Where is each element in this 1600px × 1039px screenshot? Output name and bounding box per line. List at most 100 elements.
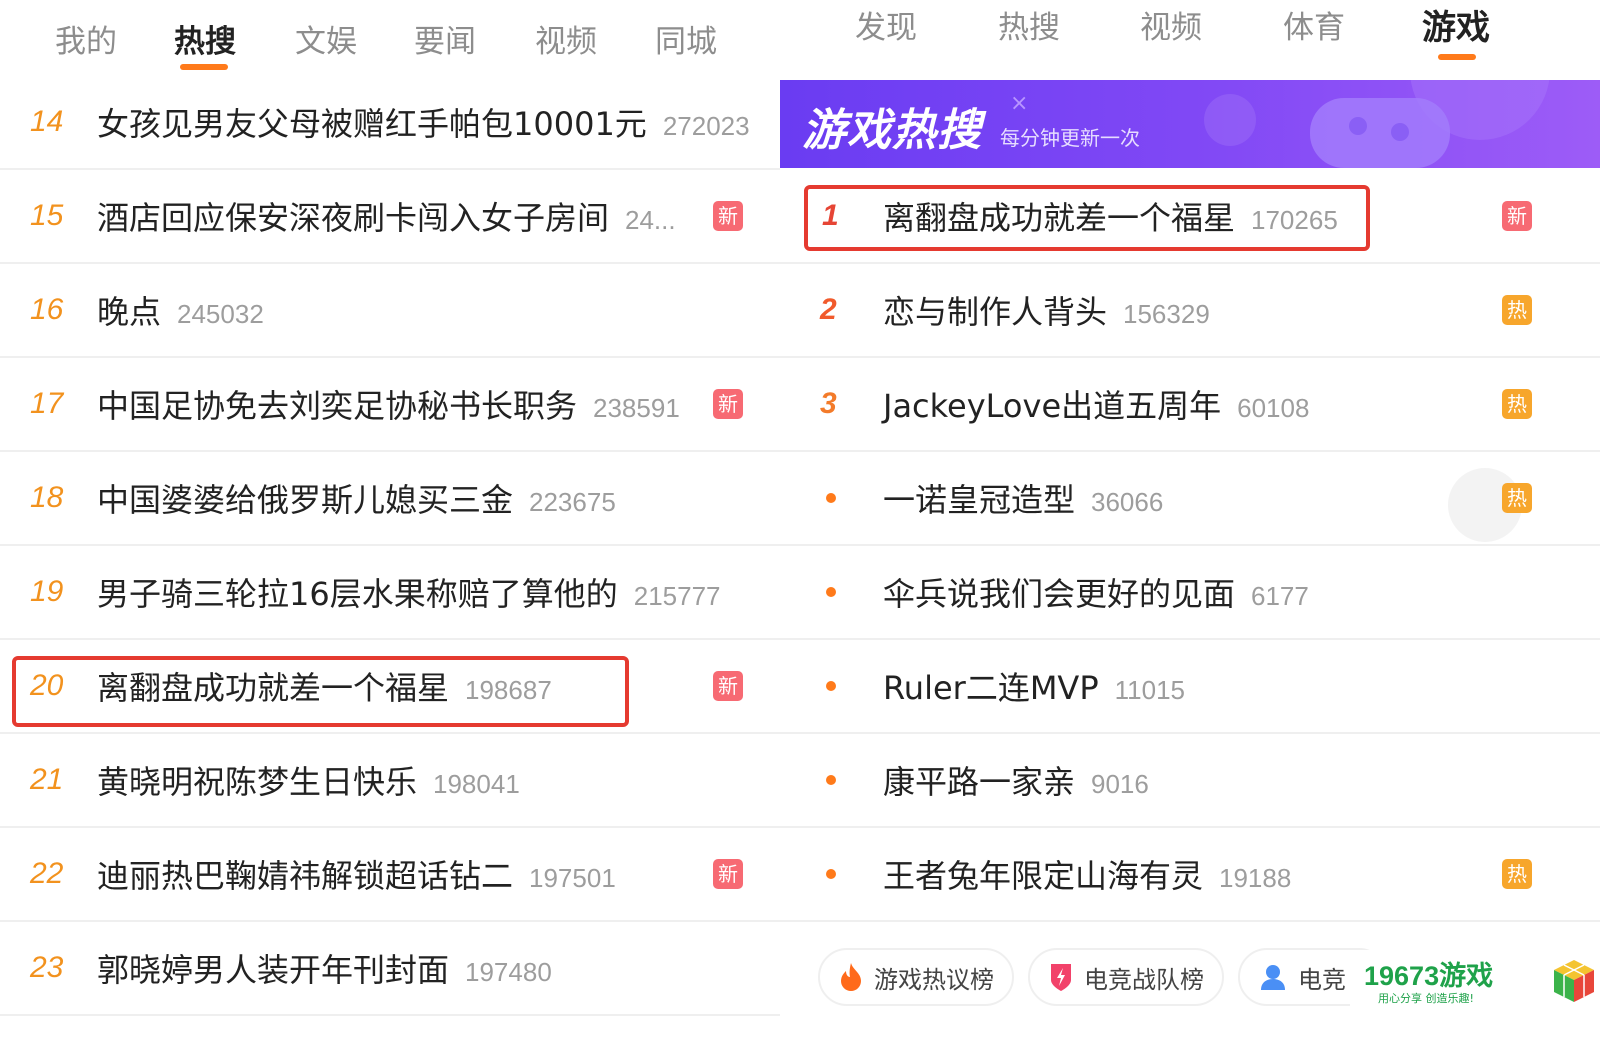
tab-video[interactable]: 视频	[535, 16, 597, 61]
row-title: 迪丽热巴鞠婧祎解锁超话钻二 197501	[97, 857, 616, 895]
hot-search-row[interactable]: 20 离翻盘成功就差一个福星 198687 新	[0, 640, 780, 734]
row-title: 晚点 245032	[97, 293, 264, 331]
tab-local[interactable]: 同城	[655, 16, 717, 61]
watermark-logo-text: 19673游戏	[1364, 961, 1494, 991]
rank-number: 17	[30, 387, 64, 420]
heat-count: 170265	[1251, 205, 1338, 235]
game-discussion-ranking-button[interactable]: 游戏热议榜	[818, 948, 1014, 1006]
rank-number: 15	[30, 199, 64, 232]
row-title: 郭晓婷男人装开年刊封面 197480	[97, 951, 552, 989]
rank-dot	[826, 869, 836, 879]
hot-search-row[interactable]: 16 晚点 245032	[0, 264, 780, 358]
row-title: 黄晓明祝陈梦生日快乐 198041	[97, 763, 520, 801]
heat-count: 245032	[177, 299, 264, 329]
game-search-row[interactable]: 王者兔年限定山海有灵 19188 热	[780, 828, 1600, 922]
tag-label: 电竞	[1298, 965, 1346, 994]
hot-badge: 热	[1502, 389, 1532, 419]
heat-count: 24...	[625, 205, 676, 235]
tab-entertainment[interactable]: 文娱	[295, 16, 357, 61]
game-search-row[interactable]: 康平路一家亲 9016	[780, 734, 1600, 828]
tag-label: 游戏热议榜	[874, 965, 994, 994]
rank-number: 14	[30, 105, 64, 138]
heat-count: 198687	[465, 675, 552, 705]
site-watermark: 19673游戏 用心分享 创造乐趣!	[1350, 950, 1600, 1010]
tab-mine[interactable]: 我的	[55, 16, 117, 61]
tab-games[interactable]: 游戏	[1422, 0, 1490, 49]
hot-search-row[interactable]: 14 女孩见男友父母被赠红手帕包10001元 272023	[0, 76, 780, 170]
banner-title: 游戏热搜	[802, 105, 982, 156]
game-search-row[interactable]: 伞兵说我们会更好的见面 6177	[780, 546, 1600, 640]
rank-dot	[826, 775, 836, 785]
right-tab-bar: 发现 热搜 视频 体育 游戏	[780, 0, 1600, 76]
rank-dot	[826, 493, 836, 503]
right-game-search-panel: 发现 热搜 视频 体育 游戏 × 游戏热搜 每分钟更新一次 1 离翻盘成功就差一…	[780, 0, 1600, 1039]
hot-search-row[interactable]: 22 迪丽热巴鞠婧祎解锁超话钻二 197501 新	[0, 828, 780, 922]
hot-search-row[interactable]: 21 黄晓明祝陈梦生日快乐 198041	[0, 734, 780, 828]
rank-number: 21	[30, 763, 64, 796]
active-tab-indicator	[1438, 54, 1476, 60]
heat-count: 60108	[1237, 393, 1310, 423]
tab-hot-search[interactable]: 热搜	[998, 2, 1060, 47]
tab-video[interactable]: 视频	[1140, 2, 1202, 47]
svg-text:×: ×	[1010, 91, 1028, 116]
new-badge: 新	[713, 859, 743, 889]
heat-count: 156329	[1123, 299, 1210, 329]
rank-number: 20	[30, 669, 64, 702]
game-search-row[interactable]: 3 JackeyLove出道五周年 60108 热	[780, 358, 1600, 452]
heat-count: 9016	[1091, 769, 1149, 799]
rank-number: 16	[30, 293, 64, 326]
rank-number: 19	[30, 575, 64, 608]
row-title: 中国足协免去刘奕足协秘书长职务 238591	[97, 387, 680, 425]
heat-count: 19188	[1219, 863, 1292, 893]
heat-count: 197480	[465, 957, 552, 987]
game-search-row[interactable]: 2 恋与制作人背头 156329 热	[780, 264, 1600, 358]
row-title: 伞兵说我们会更好的见面 6177	[883, 575, 1309, 613]
hot-search-row[interactable]: 19 男子骑三轮拉16层水果称赔了算他的 215777	[0, 546, 780, 640]
hot-search-row[interactable]: 18 中国婆婆给俄罗斯儿媳买三金 223675	[0, 452, 780, 546]
hot-search-row[interactable]: 17 中国足协免去刘奕足协秘书长职务 238591 新	[0, 358, 780, 452]
game-search-row[interactable]: 1 离翻盘成功就差一个福星 170265 新	[780, 170, 1600, 264]
row-title: 离翻盘成功就差一个福星 198687	[97, 669, 552, 707]
rank-dot	[826, 681, 836, 691]
row-title: 离翻盘成功就差一个福星 170265	[883, 199, 1338, 237]
hot-badge: 热	[1502, 859, 1532, 889]
row-title: JackeyLove出道五周年 60108	[883, 387, 1310, 425]
row-title: 中国婆婆给俄罗斯儿媳买三金 223675	[97, 481, 616, 519]
hot-badge: 热	[1502, 483, 1532, 513]
tab-hot-search[interactable]: 热搜	[174, 16, 236, 61]
rank-number: 18	[30, 481, 64, 514]
left-tab-bar: 我的 热搜 文娱 要闻 视频 同城	[0, 0, 780, 76]
new-badge: 新	[713, 201, 743, 231]
lightning-shield-icon	[1051, 964, 1071, 991]
rank-number: 2	[820, 293, 837, 326]
game-hot-banner: × 游戏热搜 每分钟更新一次	[780, 80, 1600, 168]
hot-search-row[interactable]: 23 郭晓婷男人装开年刊封面 197480	[0, 922, 780, 1016]
rank-number: 22	[30, 857, 64, 890]
heat-count: 36066	[1091, 487, 1164, 517]
rank-number: 3	[820, 387, 837, 420]
banner-subtitle: 每分钟更新一次	[1000, 126, 1140, 150]
row-title: 康平路一家亲 9016	[883, 763, 1149, 801]
hot-search-row[interactable]: 15 酒店回应保安深夜刷卡闯入女子房间 24... 新	[0, 170, 780, 264]
game-search-row[interactable]: 一诺皇冠造型 36066 热	[780, 452, 1600, 546]
row-title: 一诺皇冠造型 36066	[883, 481, 1164, 519]
tab-discover[interactable]: 发现	[855, 2, 917, 47]
hot-badge: 热	[1502, 295, 1532, 325]
active-tab-indicator	[180, 64, 228, 70]
heat-count: 223675	[529, 487, 616, 517]
esports-team-ranking-button[interactable]: 电竞战队榜	[1028, 948, 1224, 1006]
row-title: 酒店回应保安深夜刷卡闯入女子房间 24...	[97, 199, 676, 237]
row-title: 王者兔年限定山海有灵 19188	[883, 857, 1292, 895]
cube-logo-icon	[1554, 960, 1594, 1002]
heat-count: 6177	[1251, 581, 1309, 611]
heat-count: 197501	[529, 863, 616, 893]
new-badge: 新	[1502, 201, 1532, 231]
row-title: 男子骑三轮拉16层水果称赔了算他的 215777	[97, 575, 721, 613]
tab-sports[interactable]: 体育	[1283, 2, 1345, 47]
user-icon	[1261, 965, 1285, 990]
new-badge: 新	[713, 389, 743, 419]
tab-news[interactable]: 要闻	[414, 16, 476, 61]
tag-label: 电竞战队榜	[1084, 965, 1204, 994]
heat-count: 198041	[433, 769, 520, 799]
game-search-row[interactable]: Ruler二连MVP 11015	[780, 640, 1600, 734]
